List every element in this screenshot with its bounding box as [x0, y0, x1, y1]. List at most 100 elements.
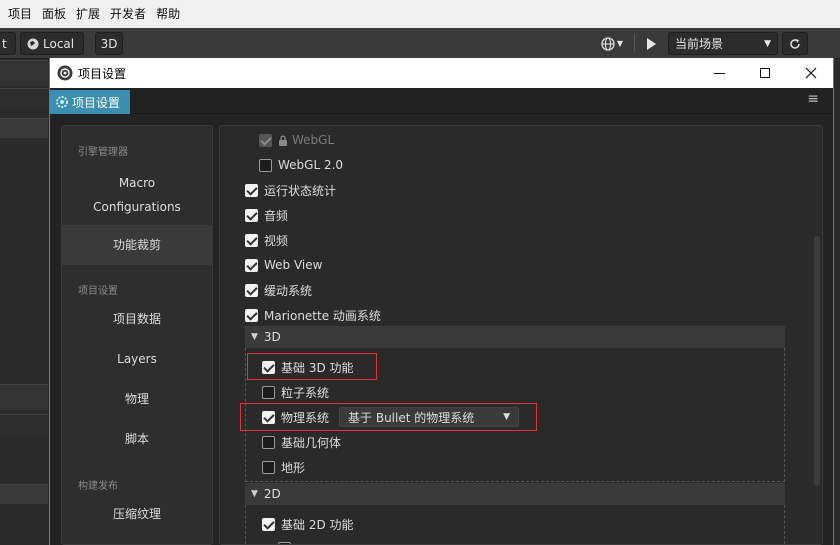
caret-down-icon: ▼ — [251, 489, 258, 499]
terrain-checkbox[interactable] — [262, 460, 275, 474]
background-panel-row — [0, 118, 48, 138]
settings-sidebar: 引擎管理器 Macro Configurations 功能裁剪 项目设置 项目数… — [61, 125, 213, 545]
cocos-app-icon — [57, 65, 73, 81]
primitives-option[interactable]: 基础几何体 — [262, 432, 341, 452]
menu-extension[interactable]: 扩展 — [71, 0, 105, 28]
menu-project[interactable]: 项目 — [3, 0, 37, 28]
sidebar-item-feature-crop[interactable]: 功能裁剪 — [62, 225, 212, 265]
feature-crop-panel: WebGL WebGL 2.0 运行状态统计 音频 视频 Web View 缓动… — [219, 125, 823, 545]
texture-compression-label: 压缩纹理 — [112, 507, 161, 521]
audio-option[interactable]: 音频 — [245, 205, 288, 225]
primitives-checkbox[interactable] — [262, 435, 275, 449]
terrain-label: 地形 — [281, 460, 306, 475]
base-2d-checkbox[interactable] — [262, 517, 275, 531]
scripts-label: 脚本 — [124, 432, 149, 446]
physics-label: 物理 — [124, 392, 149, 406]
webview-option[interactable]: Web View — [245, 255, 322, 275]
cutoff-checkbox[interactable] — [278, 541, 291, 544]
video-option[interactable]: 视频 — [245, 230, 288, 250]
section-2d-title: 2D — [263, 487, 281, 501]
mode-3d-button[interactable]: 3D — [95, 32, 123, 55]
tab-label: 项目设置 — [72, 95, 121, 110]
chevron-down-icon: ▼ — [764, 38, 771, 49]
tween-label: 缓动系统 — [264, 283, 313, 298]
sidebar-item-scripts[interactable]: 脚本 — [62, 426, 212, 452]
section-3d-header[interactable]: ▼ 3D — [245, 326, 785, 348]
minimize-button[interactable] — [696, 58, 742, 88]
feature-crop-label: 功能裁剪 — [112, 238, 161, 252]
menu-developer[interactable]: 开发者 — [105, 0, 151, 28]
caret-down-icon: ▼ — [251, 332, 258, 342]
play-button[interactable] — [638, 32, 664, 55]
tab-project-settings[interactable]: 项目设置 — [50, 90, 130, 114]
background-panel-search — [0, 88, 48, 110]
content-scrollbar[interactable] — [814, 236, 820, 486]
toolbar-divider — [634, 34, 635, 52]
marionette-checkbox[interactable] — [245, 308, 258, 322]
cutoff-option[interactable] — [278, 538, 297, 544]
profiler-option[interactable]: 运行状态统计 — [245, 180, 336, 200]
group-project-settings: 项目设置 — [78, 286, 118, 297]
sidebar-item-project-data[interactable]: 项目数据 — [62, 306, 212, 332]
editor-toolbar: t Local 3D ▼ 当前场景 ▼ — [0, 28, 840, 59]
base-2d-label: 基础 2D 功能 — [281, 517, 354, 532]
particle-option[interactable]: 粒子系统 — [262, 382, 329, 402]
sidebar-item-physics[interactable]: 物理 — [62, 386, 212, 412]
highlight-box-physics — [240, 403, 537, 431]
maximize-button[interactable] — [742, 58, 788, 88]
toolbar-partial-button[interactable]: t — [0, 32, 16, 55]
dialog-titlebar[interactable]: 项目设置 — [50, 58, 833, 88]
local-button[interactable]: Local — [20, 32, 84, 55]
menu-help[interactable]: 帮助 — [151, 0, 185, 28]
sidebar-item-texture-compression[interactable]: 压缩纹理 — [62, 501, 212, 527]
webgl2-option[interactable]: WebGL 2.0 — [259, 155, 343, 175]
tween-option[interactable]: 缓动系统 — [245, 280, 312, 300]
base-2d-option[interactable]: 基础 2D 功能 — [262, 514, 354, 534]
particle-checkbox[interactable] — [262, 385, 275, 399]
section-2d-header[interactable]: ▼ 2D — [245, 483, 785, 505]
webgl2-label: WebGL 2.0 — [278, 158, 344, 172]
webgl2-checkbox[interactable] — [259, 158, 272, 172]
language-button[interactable]: ▼ — [592, 32, 632, 55]
chevron-down-icon: ▼ — [616, 39, 624, 48]
dialog-tabbar: 项目设置 ≡ — [50, 88, 833, 114]
minimize-icon — [713, 72, 725, 74]
globe-icon — [601, 36, 615, 51]
sidebar-item-macro-configurations[interactable]: Macro Configurations — [62, 169, 212, 221]
video-label: 视频 — [264, 233, 289, 248]
close-button[interactable] — [788, 58, 834, 88]
maximize-icon — [760, 68, 770, 78]
webview-checkbox[interactable] — [245, 258, 258, 272]
background-panel-search — [0, 414, 48, 436]
background-panel-row — [0, 484, 48, 504]
webgl-option: WebGL — [259, 130, 334, 150]
macro-label-line1: Macro — [118, 176, 156, 190]
refresh-button[interactable] — [782, 32, 808, 55]
lock-icon — [279, 135, 287, 146]
layers-label: Layers — [117, 352, 157, 366]
video-checkbox[interactable] — [245, 233, 258, 247]
audio-label: 音频 — [264, 208, 289, 223]
audio-checkbox[interactable] — [245, 208, 258, 222]
sidebar-item-layers[interactable]: Layers — [62, 346, 212, 372]
tab-menu-icon[interactable]: ≡ — [807, 91, 819, 107]
group-build-release: 构建发布 — [78, 481, 118, 492]
project-settings-dialog: 项目设置 项目设置 ≡ 引擎管理器 Macro Configurations 功… — [49, 58, 834, 545]
marionette-option[interactable]: Marionette 动画系统 — [245, 305, 381, 325]
close-icon — [805, 67, 817, 79]
primitives-label: 基础几何体 — [281, 435, 342, 450]
profiler-checkbox[interactable] — [245, 183, 258, 197]
tween-checkbox[interactable] — [245, 283, 258, 297]
section-3d-title: 3D — [263, 330, 281, 344]
refresh-icon — [790, 38, 800, 49]
mode-3d-label: 3D — [100, 36, 118, 51]
globe-local-icon — [27, 38, 39, 49]
profiler-label: 运行状态统计 — [264, 183, 337, 198]
particle-label: 粒子系统 — [281, 385, 330, 400]
terrain-option[interactable]: 地形 — [262, 457, 305, 477]
webview-label: Web View — [264, 258, 323, 272]
scene-select[interactable]: 当前场景 ▼ — [668, 32, 778, 55]
background-panel-header — [0, 60, 48, 86]
macro-label-line2: Configurations — [93, 200, 181, 214]
menu-panel[interactable]: 面板 — [37, 0, 71, 28]
